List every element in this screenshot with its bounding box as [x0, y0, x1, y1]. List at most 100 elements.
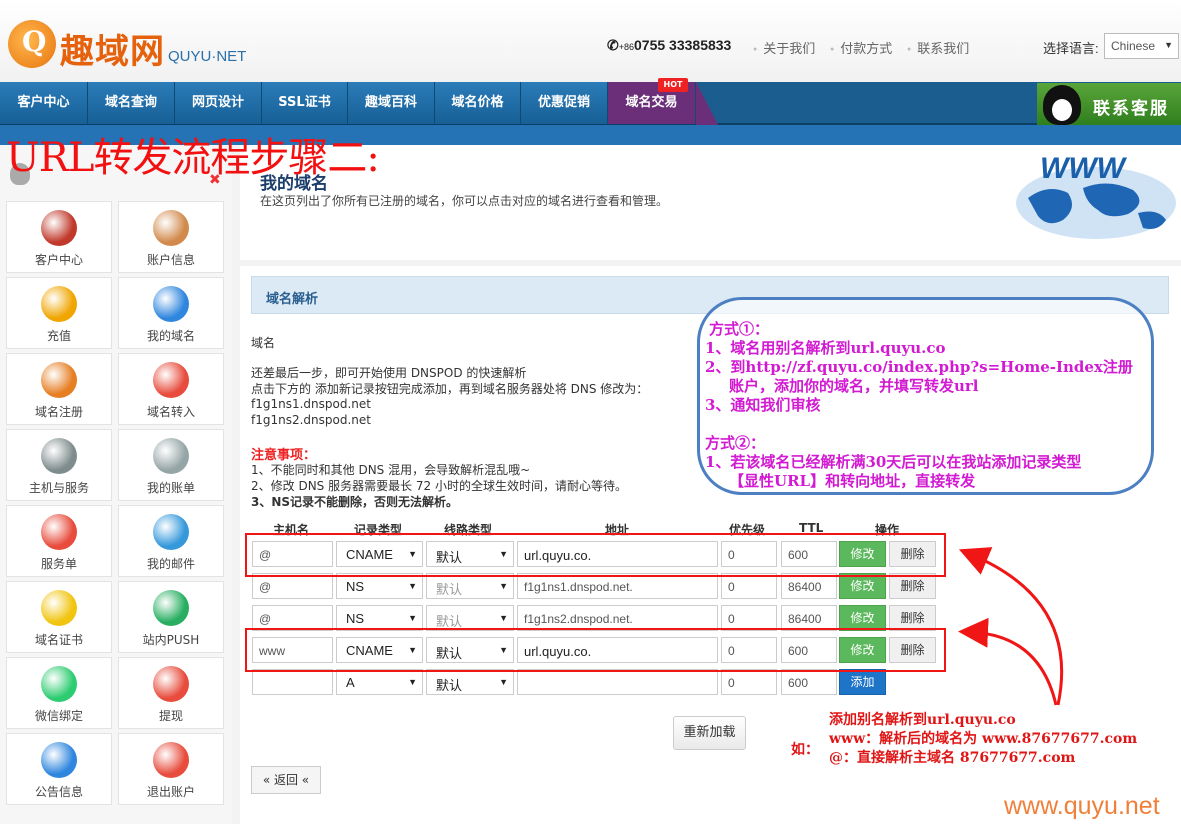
new-priority-input[interactable]: 0: [721, 669, 777, 695]
cart-icon: [41, 362, 77, 398]
ns2-text: f1g1ns2.dnspod.net: [251, 413, 371, 427]
sidebar-tile[interactable]: 我的域名: [118, 277, 224, 349]
reload-button[interactable]: 重新加载: [673, 716, 746, 750]
sidebar-tile[interactable]: 主机与服务: [6, 429, 112, 501]
sidebar-tile[interactable]: 客户中心: [6, 201, 112, 273]
chevron-down-icon: ▼: [1164, 40, 1173, 50]
sidebar-tile[interactable]: 域名注册: [6, 353, 112, 425]
note-2: 2、修改 DNS 服务器需要最长 72 小时的全球生效时间，请耐心等待。: [251, 479, 627, 493]
logo-icon[interactable]: Q: [8, 20, 56, 68]
sidebar-tile-label: 微信绑定: [34, 709, 83, 723]
nav-wiki[interactable]: 趣域百科: [348, 82, 435, 124]
new-line-type-select[interactable]: 默认 ▼: [426, 669, 514, 695]
customer-service-button[interactable]: 联系客服: [1037, 83, 1181, 125]
intro-line-2: 点击下方的 添加新记录按钮完成添加，再到域名服务器处将 DNS 修改为：: [251, 382, 649, 396]
sidebar-tile[interactable]: 退出账户: [118, 733, 224, 805]
sidebar-tile[interactable]: 服务单: [6, 505, 112, 577]
sidebar-tile[interactable]: 我的账单: [118, 429, 224, 501]
new-ttl-input[interactable]: 600: [781, 669, 837, 695]
nav-client-center[interactable]: 客户中心: [0, 82, 88, 124]
back-button[interactable]: « 返回 «: [251, 766, 321, 794]
sidebar-tile[interactable]: 域名证书: [6, 581, 112, 653]
chevron-down-icon: ▼: [408, 613, 417, 623]
sidebar-tile-label: 我的账单: [146, 481, 195, 495]
qq-penguin-icon: [1043, 85, 1081, 125]
certificate-icon: [41, 590, 77, 626]
new-record-type-select[interactable]: A ▼: [336, 669, 423, 695]
sidebar-tile-label: 域名注册: [34, 405, 83, 419]
sidebar-tile-label: 提现: [158, 709, 183, 723]
sidebar-tile-label: 域名证书: [34, 633, 83, 647]
nav-web-design[interactable]: 网页设计: [175, 82, 262, 124]
about-link[interactable]: 关于我们: [753, 38, 815, 57]
sidebar-tile-label: 我的域名: [146, 329, 195, 343]
coins-icon: [41, 286, 77, 322]
transfer-icon: [153, 362, 189, 398]
new-host-input[interactable]: [252, 669, 333, 695]
sidebar-tile-label: 主机与服务: [28, 481, 89, 495]
chevron-down-icon: ▼: [499, 613, 508, 623]
payment-link[interactable]: 付款方式: [830, 38, 892, 57]
phone-number: ✆+860755 33385833: [607, 37, 732, 53]
sidebar-tile[interactable]: 账户信息: [118, 201, 224, 273]
server-icon: [41, 438, 77, 474]
annotation-title: URL转发流程步骤二:: [6, 135, 380, 181]
sidebar-tile[interactable]: 充值: [6, 277, 112, 349]
site-header: [0, 0, 1181, 82]
sidebar-tile-label: 站内PUSH: [142, 633, 200, 647]
intro-line-1: 还差最后一步，即可开始使用 DNSPOD 的快速解析: [251, 366, 527, 380]
sidebar-tile[interactable]: 站内PUSH: [118, 581, 224, 653]
nav-prices[interactable]: 域名价格: [435, 82, 521, 124]
example-prefix: 如：: [791, 742, 819, 758]
power-icon: [153, 742, 189, 778]
nav-tab-corner: [696, 82, 718, 125]
sidebar-tile-label: 充值: [46, 329, 71, 343]
sidebar-tile-label: 服务单: [40, 557, 77, 571]
logo-subtext: QUYU·NET: [168, 48, 247, 65]
add-record-button[interactable]: 添加: [839, 669, 886, 695]
new-address-input[interactable]: [517, 669, 718, 695]
chevron-down-icon: ▼: [499, 677, 508, 687]
wechat-icon: [41, 666, 77, 702]
example-line-1: 添加别名解析到url.quyu.co: [829, 712, 1016, 728]
bill-icon: [153, 438, 189, 474]
chevron-down-icon: ▼: [408, 677, 417, 687]
language-label: 选择语言:: [1043, 41, 1099, 56]
push-icon: [153, 590, 189, 626]
page-description: 在这页列出了你所有已注册的域名，你可以点击对应的域名进行查看和管理。: [260, 194, 669, 208]
logo-text[interactable]: 趣域网: [60, 24, 165, 73]
sidebar-tile[interactable]: 公告信息: [6, 733, 112, 805]
nav-promotions[interactable]: 优惠促销: [521, 82, 608, 124]
phone-icon: ✆: [607, 37, 619, 53]
world-map-icon: WWW: [1016, 152, 1176, 239]
mail-icon: [153, 514, 189, 550]
callout-method-2: 方式②：: [705, 434, 766, 452]
chevron-down-icon: ▼: [408, 581, 417, 591]
callout-line: 2、到http://zf.quyu.co/index.php?s=Home-In…: [705, 358, 1133, 376]
user-icon: [153, 210, 189, 246]
highlight-box-1: [245, 533, 946, 577]
contact-link[interactable]: 联系我们: [907, 38, 969, 57]
sidebar-tile[interactable]: 提现: [118, 657, 224, 729]
nav-ssl[interactable]: SSL证书: [262, 82, 348, 124]
callout-line: 1、若该域名已经解析满30天后可以在我站添加记录类型: [705, 453, 1082, 471]
nav-domain-search[interactable]: 域名查询: [88, 82, 175, 124]
globe-icon: [153, 286, 189, 322]
sidebar-tile[interactable]: 我的邮件: [118, 505, 224, 577]
chevron-down-icon: ▼: [499, 581, 508, 591]
language-select[interactable]: Chinese ▼: [1104, 33, 1179, 59]
sidebar-tile-label: 账户信息: [146, 253, 195, 267]
sidebar-tile-label: 客户中心: [34, 253, 83, 267]
callout-line: 【显性URL】和转向地址，直接转发: [729, 472, 976, 490]
cash-icon: [153, 666, 189, 702]
sidebar-tile-label: 退出账户: [146, 785, 195, 799]
lifebuoy-icon: [41, 514, 77, 550]
callout-line: 1、域名用别名解析到url.quyu.co: [705, 339, 946, 357]
note-1: 1、不能同时和其他 DNS 混用，会导致解析混乱哦~: [251, 463, 531, 477]
example-line-2: www：解析后的域名为 www.87677677.com: [829, 731, 1138, 747]
hot-badge: HOT: [658, 78, 688, 92]
callout-line: 账户，添加你的域名，并填写转发url: [729, 377, 979, 395]
sidebar-tile[interactable]: 微信绑定: [6, 657, 112, 729]
ns1-text: f1g1ns1.dnspod.net: [251, 397, 371, 411]
sidebar-tile[interactable]: 域名转入: [118, 353, 224, 425]
